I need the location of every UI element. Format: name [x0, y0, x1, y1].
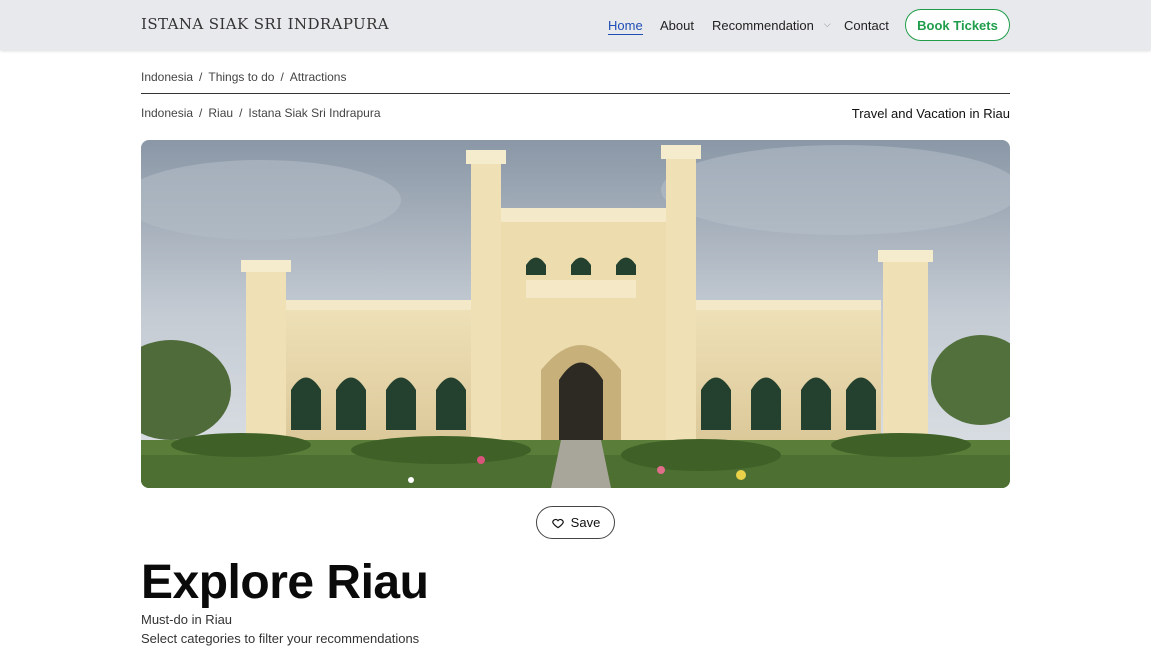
- breadcrumb-item-things-to-do[interactable]: Things to do: [208, 70, 274, 84]
- nav-recommendation-dropdown[interactable]: Recommendation ⌵: [712, 18, 831, 33]
- palace-photo-icon: [141, 140, 1010, 488]
- breadcrumb-item-attractions[interactable]: Attractions: [290, 70, 347, 84]
- filter-hint: Select categories to filter your recomme…: [141, 631, 420, 646]
- save-button[interactable]: Save: [536, 506, 615, 539]
- breadcrumb-item-indonesia[interactable]: Indonesia: [141, 70, 193, 84]
- breadcrumb: Indonesia / Things to do / Attractions: [141, 70, 346, 84]
- page-subtitle: Must-do in Riau: [141, 612, 233, 627]
- brand-logo[interactable]: ISTANA SIAK SRI INDRAPURA: [141, 15, 389, 33]
- breadcrumb-separator: /: [280, 70, 284, 84]
- page-title: Explore Riau: [141, 556, 429, 609]
- heart-icon: [551, 518, 564, 528]
- location-item-indonesia[interactable]: Indonesia: [141, 106, 193, 120]
- top-navbar: ISTANA SIAK SRI INDRAPURA Home About Rec…: [0, 0, 1151, 50]
- section-divider: [141, 93, 1010, 94]
- save-label: Save: [570, 515, 601, 530]
- book-tickets-button[interactable]: Book Tickets: [905, 9, 1010, 41]
- chevron-down-icon: ⌵: [823, 19, 831, 29]
- breadcrumb-separator: /: [239, 106, 243, 120]
- hero-image: [141, 140, 1010, 488]
- nav-about-link[interactable]: About: [660, 18, 694, 33]
- location-item-istana[interactable]: Istana Siak Sri Indrapura: [248, 106, 380, 120]
- location-item-riau[interactable]: Riau: [208, 106, 233, 120]
- nav-recommendation-label: Recommendation: [712, 18, 814, 33]
- nav-home-link[interactable]: Home: [608, 18, 643, 35]
- travel-vacation-link[interactable]: Travel and Vacation in Riau: [852, 106, 1010, 121]
- breadcrumb-separator: /: [199, 106, 203, 120]
- location-breadcrumb: Indonesia / Riau / Istana Siak Sri Indra…: [141, 106, 381, 120]
- breadcrumb-separator: /: [199, 70, 203, 84]
- nav-contact-link[interactable]: Contact: [844, 18, 889, 33]
